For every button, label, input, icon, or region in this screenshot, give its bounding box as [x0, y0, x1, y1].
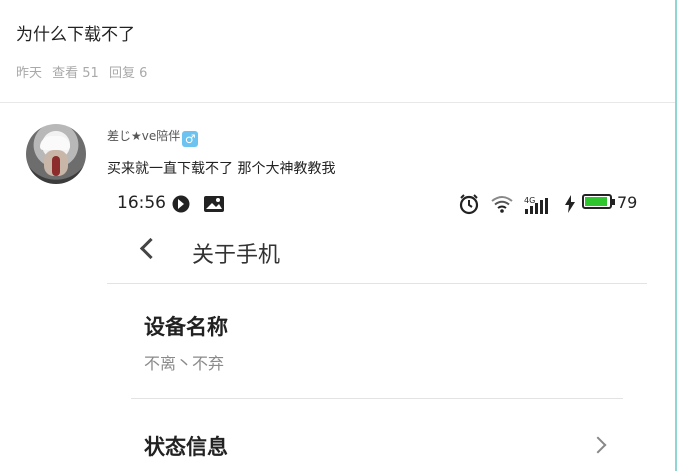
avatar-hand: [52, 156, 60, 176]
divider: [0, 102, 675, 103]
back-arrow-icon[interactable]: [139, 237, 162, 260]
device-name-value: 不离丶不弃: [144, 354, 225, 373]
post-meta: 昨天 查看 51 回复 6: [16, 62, 153, 81]
reply-username[interactable]: 差じ★ve陪伴 ♂: [107, 127, 199, 147]
male-gender-icon: ♂: [182, 131, 199, 147]
post-views: 查看 51: [52, 66, 99, 81]
item-divider: [131, 398, 623, 399]
battery-nub: [612, 199, 615, 205]
status-time: 16:56: [117, 193, 166, 213]
avatar[interactable]: [26, 124, 86, 184]
post-title: 为什么下载不了: [16, 25, 135, 45]
charging-icon: [565, 195, 575, 213]
post-time: 昨天: [16, 66, 43, 81]
nav-divider: [107, 283, 647, 284]
vpn-icon: [172, 195, 190, 213]
status-info-title[interactable]: 状态信息: [144, 431, 228, 461]
battery-fill: [585, 197, 607, 206]
nav-title: 关于手机: [192, 243, 281, 268]
reply-text: 买来就一直下载不了 那个大神教教我: [107, 161, 336, 177]
post-replies[interactable]: 回复 6: [109, 66, 147, 81]
attached-screenshot[interactable]: 16:56 4G 79 关于手机 设备名称 不离丶不弃 状态信息: [107, 185, 647, 471]
wifi-icon: [491, 196, 513, 213]
cellular-signal-icon: [525, 198, 548, 214]
alarm-icon: [459, 194, 479, 215]
device-name-title[interactable]: 设备名称: [144, 311, 228, 341]
battery-level: 79: [617, 193, 638, 212]
battery-icon: [582, 194, 612, 209]
chevron-right-icon[interactable]: [589, 436, 607, 454]
username-text: 差じ★ve陪伴: [107, 129, 181, 143]
avatar-cap: [40, 136, 70, 150]
image-notification-icon: [204, 196, 224, 212]
